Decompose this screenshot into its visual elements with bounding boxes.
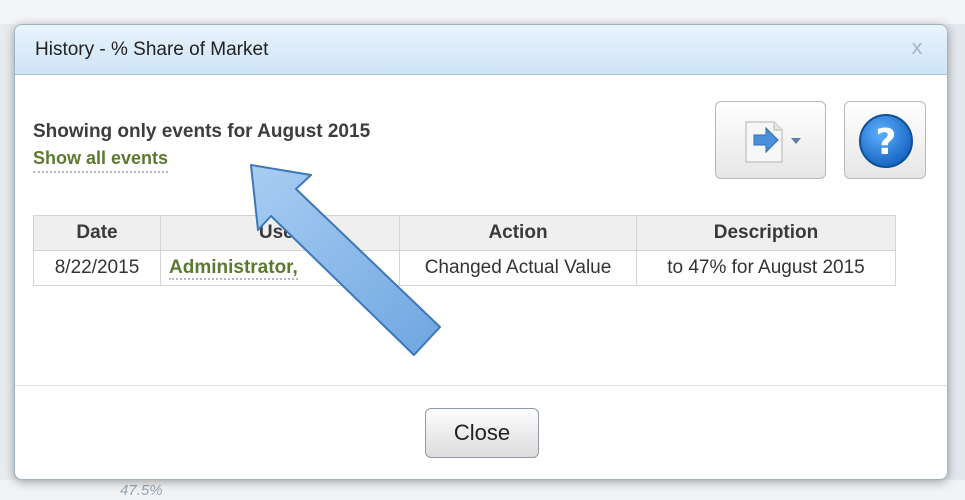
cell-date: 8/22/2015 <box>33 250 161 286</box>
svg-text:?: ? <box>876 122 897 163</box>
table-row: 8/22/2015 Administrator, Changed Actual … <box>33 250 896 286</box>
history-dialog: History - % Share of Market x Showing on… <box>14 24 948 480</box>
cell-user: Administrator, <box>160 250 400 286</box>
cell-description: to 47% for August 2015 <box>636 250 896 286</box>
close-button[interactable]: Close <box>425 408 539 458</box>
export-button[interactable] <box>715 101 826 179</box>
backdrop-top-strip <box>0 0 965 24</box>
backdrop-bottom-strip: 47.5% <box>0 480 965 500</box>
close-icon[interactable]: x <box>911 35 923 59</box>
export-dropdown-icon <box>745 121 801 163</box>
help-icon: ? <box>859 114 913 168</box>
dialog-title: History - % Share of Market <box>35 39 269 60</box>
help-button[interactable]: ? <box>844 101 926 179</box>
table-header-row: Date User Action Description <box>33 215 896 251</box>
history-table: Date User Action Description 8/22/2015 A… <box>33 215 896 286</box>
backdrop-right-strip <box>948 24 965 480</box>
column-header-date: Date <box>33 215 161 251</box>
column-header-description: Description <box>636 215 896 251</box>
dialog-titlebar: History - % Share of Market x <box>15 25 947 75</box>
footer-divider <box>15 385 947 386</box>
user-link[interactable]: Administrator, <box>169 257 298 280</box>
backdrop-value: 47.5% <box>120 482 163 499</box>
cell-action: Changed Actual Value <box>399 250 637 286</box>
filter-notice: Showing only events for August 2015 <box>33 121 371 142</box>
show-all-events-link[interactable]: Show all events <box>33 148 169 173</box>
column-header-action: Action <box>399 215 637 251</box>
column-header-user: User <box>160 215 400 251</box>
